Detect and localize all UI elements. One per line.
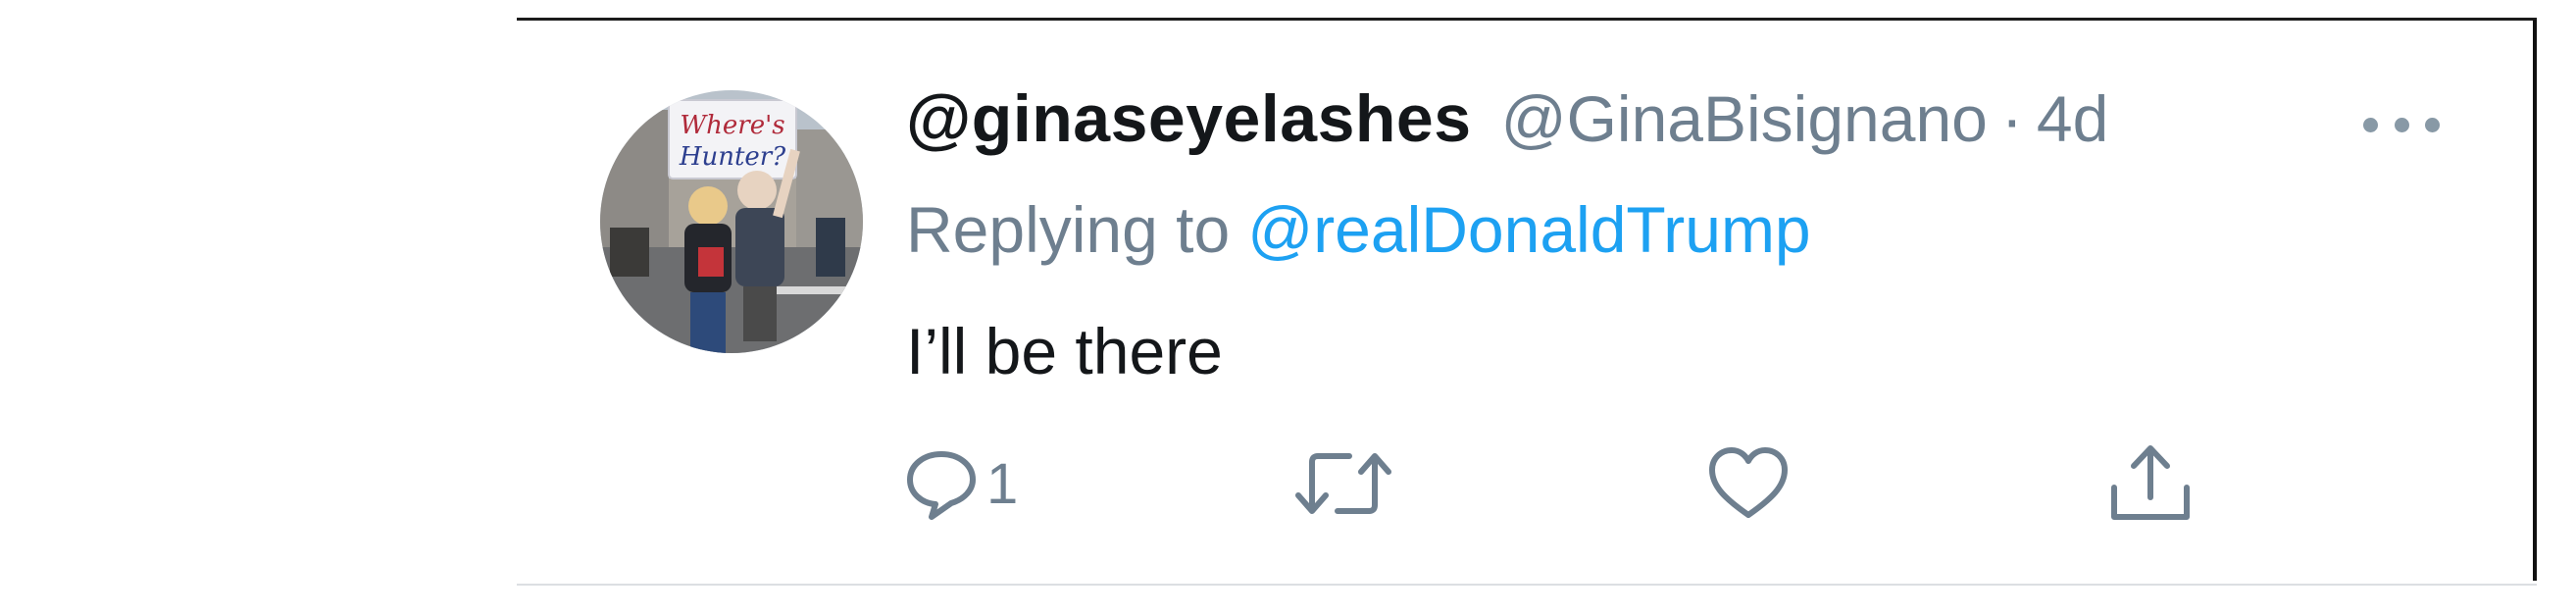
more-dot xyxy=(2363,117,2378,132)
svg-text:Where's: Where's xyxy=(680,111,784,140)
retweet-icon xyxy=(1292,444,1394,523)
reply-icon xyxy=(902,444,981,523)
more-horizontal-icon[interactable] xyxy=(2363,110,2440,139)
more-dot xyxy=(2394,117,2409,132)
reply-count: 1 xyxy=(986,451,1019,516)
timestamp[interactable]: 4d xyxy=(2037,81,2108,156)
tweet-text: I’ll be there xyxy=(906,315,1223,387)
user-handle[interactable]: @GinaBisignano xyxy=(1501,81,1988,156)
svg-text:Hunter?: Hunter? xyxy=(679,142,786,172)
like-button[interactable] xyxy=(1706,439,1791,528)
heart-icon xyxy=(1706,444,1791,523)
reply-button[interactable]: 1 xyxy=(902,439,1018,528)
card-edge-divider xyxy=(2533,20,2537,581)
retweet-button[interactable] xyxy=(1292,439,1394,528)
separator-dot: · xyxy=(2000,82,2023,155)
replying-to: Replying to @realDonaldTrump xyxy=(906,192,1811,267)
share-icon xyxy=(2106,442,2195,525)
display-name[interactable]: @ginaseyelashes xyxy=(906,80,1472,157)
tweet-header: @ginaseyelashes @GinaBisignano · 4d xyxy=(906,80,2108,157)
more-dot xyxy=(2425,117,2440,132)
replying-to-label: Replying to xyxy=(906,193,1231,266)
avatar[interactable]: Where's Hunter? xyxy=(600,90,863,353)
replying-to-link[interactable]: @realDonaldTrump xyxy=(1247,193,1810,266)
share-button[interactable] xyxy=(2106,439,2195,528)
